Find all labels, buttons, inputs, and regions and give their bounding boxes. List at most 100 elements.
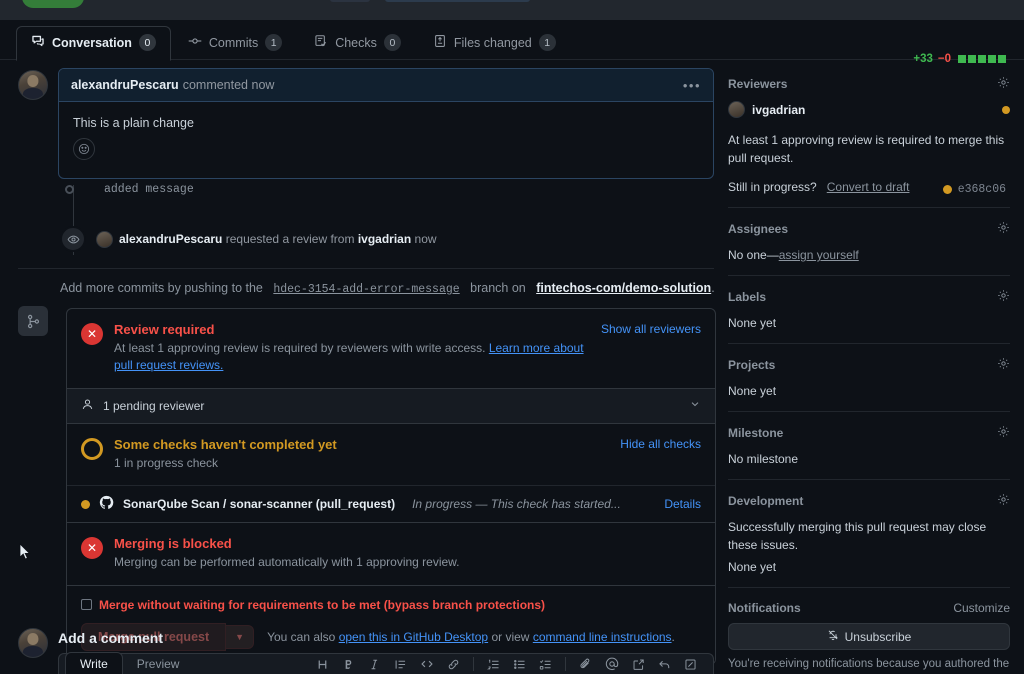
assign-yourself-link[interactable]: assign yourself [779,248,859,262]
labels-value: None yet [728,316,777,330]
check-name[interactable]: SonarQube Scan / sonar-scanner (pull_req… [123,497,395,511]
hide-all-checks-link[interactable]: Hide all checks [620,437,701,472]
github-mark-icon [99,495,114,513]
comment-action: commented [182,78,249,92]
customize-notifications-link[interactable]: Customize [953,601,1010,615]
bold-icon[interactable] [342,658,355,671]
tab-count: 0 [138,34,156,51]
ordered-list-icon[interactable] [487,658,500,671]
top-chrome-strip [0,0,1024,20]
push-hint-prefix: Add more commits by pushing to the [60,281,263,295]
fullscreen-icon[interactable] [684,658,697,671]
avatar-actor [96,230,113,248]
gear-icon[interactable] [997,289,1010,305]
reviewer-name[interactable]: ivgadrian [752,103,805,117]
projects-title: Projects [728,358,776,372]
comment-author[interactable]: alexandruPescaru [71,78,179,92]
pending-reviewer-label: 1 pending reviewer [103,398,205,413]
pr-tabs: Conversation 0 Commits 1 Checks 0 Files … [16,26,571,61]
gear-icon[interactable] [997,425,1010,441]
also-middle: or view [491,629,530,644]
tab-preview[interactable]: Preview [123,653,194,674]
timeline-review-request-row: alexandruPescaru requested a review from… [60,226,437,252]
merge-options-dropdown[interactable]: ▼ [226,624,255,649]
git-merge-icon [18,306,48,336]
tab-label: Conversation [52,35,132,50]
diff-blocks [958,55,1006,63]
sidebar-divider-6 [728,587,1010,588]
review-request-target[interactable]: ivgadrian [358,232,411,246]
toolbar-separator-1 [473,657,474,671]
assignees-none: No one— [728,248,779,262]
projects-header: Projects [728,353,1010,377]
quote-icon[interactable] [394,658,407,671]
reviewers-header: Reviewers [728,72,1010,96]
file-diff-icon [433,34,447,51]
timeline-commit-row: added message [65,183,194,196]
gear-icon[interactable] [997,76,1010,92]
show-all-reviewers-link[interactable]: Show all reviewers [601,322,701,375]
add-reaction-button[interactable] [73,138,95,160]
reply-icon[interactable] [658,658,671,671]
repository-link[interactable]: fintechos-com/demo-solution [536,281,711,295]
merging-blocked-row: ✕ Merging is blocked Merging can be perf… [67,522,715,584]
pr-sidebar: Reviewers ivgadrian At least 1 approving… [728,72,1010,674]
comment-time: now [251,78,275,92]
attach-icon[interactable] [579,658,592,671]
sidebar-divider-1 [728,207,1010,208]
tab-commits[interactable]: Commits 1 [173,26,297,61]
assignees-body: No one—assign yourself [728,241,1010,275]
comment-menu-button[interactable]: ••• [683,78,701,93]
reviewer-item[interactable]: ivgadrian [728,96,1010,126]
tab-conversation[interactable]: Conversation 0 [16,26,171,61]
pending-reviewer-row[interactable]: 1 pending reviewer [67,387,715,423]
review-required-row: ✕ Review required At least 1 approving r… [67,309,715,388]
command-line-instructions-link[interactable]: command line instructions [533,630,672,644]
sidebar-divider-4 [728,411,1010,412]
code-icon[interactable] [420,657,434,671]
reviewer-pending-icon [1002,105,1010,114]
sidebar-section-assignees: Assignees No one—assign yourself [728,217,1010,276]
bypass-checkbox[interactable] [81,599,92,611]
still-in-progress-label: Still in progress? [728,180,817,194]
branch-name-link[interactable]: hdec-3154-add-error-message [273,283,459,296]
italic-icon[interactable] [368,658,381,671]
unsubscribe-button[interactable]: Unsubscribe [728,623,1010,650]
unsubscribe-label: Unsubscribe [844,629,912,644]
unordered-list-icon[interactable] [513,658,526,671]
development-title: Development [728,494,804,508]
task-list-icon[interactable] [539,658,552,671]
reference-icon[interactable] [632,658,645,671]
comment-text: This is a plain change [73,116,194,130]
convert-to-draft-link[interactable]: Convert to draft [827,180,910,194]
link-icon[interactable] [447,658,460,671]
projects-value: None yet [728,384,777,398]
diff-stat: +33 −0 [913,53,1006,65]
mention-icon[interactable] [605,657,619,671]
chevron-down-icon[interactable] [689,398,701,413]
comment-editor-toolbar: Write Preview [58,651,714,674]
notifications-note: You're receiving notifications because y… [728,658,1010,670]
review-request-actor[interactable]: alexandruPescaru [119,232,222,246]
tab-files-changed[interactable]: Files changed 1 [418,26,571,61]
bypass-protections-row[interactable]: Merge without waiting for requirements t… [81,598,701,612]
comment-body: This is a plain change [59,102,713,178]
mouse-cursor [19,543,31,560]
check-details-link[interactable]: Details [664,497,701,511]
avatar-current-user [18,628,48,658]
review-required-title: Review required [114,322,215,337]
header-placeholder-a [330,0,370,2]
labels-title: Labels [728,290,767,304]
gear-icon[interactable] [997,221,1010,237]
open-github-desktop-link[interactable]: open this in GitHub Desktop [339,630,488,644]
push-hint-middle: branch on [470,281,526,295]
tab-count: 1 [538,34,556,51]
gear-icon[interactable] [997,493,1010,509]
tab-count: 0 [383,34,401,51]
heading-icon[interactable] [316,658,329,671]
merge-alternatives-text: You can also open this in GitHub Desktop… [267,630,675,644]
gear-icon[interactable] [997,357,1010,373]
assignees-title: Assignees [728,222,789,236]
tab-checks[interactable]: Checks 0 [299,26,416,61]
tab-write[interactable]: Write [65,651,123,674]
